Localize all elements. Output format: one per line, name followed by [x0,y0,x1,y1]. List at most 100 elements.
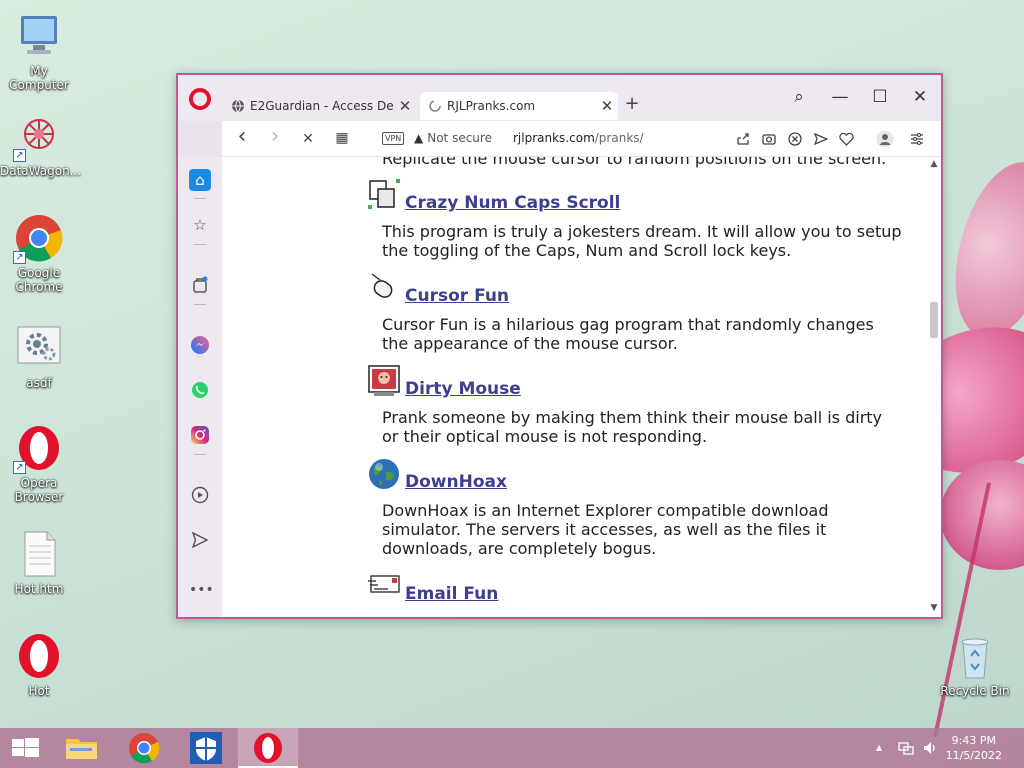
desktop-icon-opera-browser[interactable]: ↗ Opera Browser [0,424,78,504]
messenger-icon[interactable] [189,334,211,356]
sidebar-divider [194,304,206,305]
back-button[interactable]: ‹ [230,124,254,149]
prank-description: Prank someone by making them think their… [382,408,883,446]
folder-icon [66,739,97,759]
home-icon[interactable]: ⌂ [189,169,211,191]
opera-menu-icon[interactable] [189,88,211,110]
prank-title-link[interactable]: DownHoax [405,472,507,492]
new-tab-button[interactable]: + [622,93,642,114]
taskbar-opera[interactable] [238,728,298,768]
prank-description: DownHoax is an Internet Explorer compati… [382,501,829,558]
player-icon[interactable] [189,484,211,506]
show-hidden-icons-button[interactable]: ▲ [876,743,882,752]
tab-e2guardian[interactable]: E2Guardian - Access Denied ✕ [223,92,416,120]
bookmarks-icon[interactable]: ☆ [189,214,211,236]
prank-description: Cursor Fun is a hilarious gag program th… [382,315,874,353]
profile-avatar-icon[interactable] [876,130,894,148]
settings-file-icon [15,324,63,372]
desktop-icon-google-chrome[interactable]: ↗ Google Chrome [0,214,78,294]
system-clock[interactable]: 9:43 PM 11/5/2022 [946,733,1002,763]
send-icon[interactable] [189,529,211,551]
close-window-button[interactable]: ✕ [905,87,935,107]
desktop-icon-label: Hot [28,684,50,698]
desktop-icon-asdf[interactable]: asdf [0,324,78,390]
address-bar[interactable]: rjlpranks.com/pranks/ [513,131,644,145]
url-path: /pranks/ [594,131,644,145]
windows-logo-icon [12,738,39,757]
network-icon[interactable] [898,740,914,756]
title-bar: E2Guardian - Access Denied ✕ RJLPranks.c… [178,75,941,121]
document-icon [15,530,63,578]
taskbar-file-explorer[interactable] [52,728,112,768]
prank-title-link[interactable]: Dirty Mouse [405,379,521,399]
send-to-flow-icon[interactable] [814,132,828,146]
close-tab-icon[interactable]: ✕ [394,97,416,115]
desktop-icon-hot[interactable]: Hot [0,632,78,698]
pages-icon [368,179,400,209]
easy-setup-icon[interactable] [910,132,924,146]
page-scrollbar[interactable]: ▲ ▼ [927,157,941,617]
shopping-icon[interactable] [189,274,211,296]
email-icon [368,575,400,593]
desktop-icon-label: Recycle Bin [940,684,1010,698]
forward-button[interactable]: › [263,124,287,149]
security-label: Not secure [427,131,492,145]
opera-browser-window: E2Guardian - Access Denied ✕ RJLPranks.c… [176,73,943,619]
ad-blocker-icon[interactable] [788,132,802,146]
url-host: rjlpranks.com [513,131,595,145]
sidebar-divider [194,198,206,199]
partial-description: Replicate the mouse cursor to random pos… [382,157,887,168]
start-button[interactable] [0,728,60,768]
desktop-icon-recycle-bin[interactable]: Recycle Bin [936,632,1014,698]
snapshot-camera-icon[interactable] [762,132,776,146]
scroll-up-icon[interactable]: ▲ [927,159,941,169]
volume-icon[interactable] [922,740,938,756]
taskbar-security-center[interactable] [176,728,236,768]
chrome-icon: ↗ [13,214,63,264]
desktop-icon-hot-htm[interactable]: Hot.htm [0,530,78,596]
desktop-icon-datawagon[interactable]: ↗ DataWagon... [0,112,82,178]
dirty-mouse-icon [368,365,400,396]
datawagon-icon: ↗ [13,112,63,162]
heart-bookmark-icon[interactable] [839,132,854,146]
desktop-icon-label: DataWagon... [0,164,82,178]
security-indicator[interactable]: ▲ Not secure [414,131,492,145]
tab-title: E2Guardian - Access Denied [250,99,394,113]
scroll-thumb[interactable] [930,302,938,338]
tab-rjlpranks[interactable]: RJLPranks.com ✕ [420,92,618,120]
opera-icon: ↗ [13,424,63,474]
maximize-button[interactable]: ☐ [865,87,895,107]
sidebar-divider [194,244,206,245]
instagram-icon[interactable] [189,424,211,446]
more-icon[interactable]: ••• [189,579,214,601]
prank-title-link[interactable]: Cursor Fun [405,286,509,306]
shield-icon [190,732,222,764]
prank-description: This program is truly a jokesters dream.… [382,222,902,260]
whatsapp-icon[interactable] [189,379,211,401]
scroll-down-icon[interactable]: ▼ [927,603,941,613]
prank-title-link[interactable]: Crazy Num Caps Scroll [405,193,620,213]
mouse-icon [371,273,393,298]
shortcut-arrow-icon: ↗ [13,149,26,162]
vpn-badge[interactable]: VPN [382,132,405,145]
opera-sidebar: ⌂ ☆ ••• [178,157,222,617]
stop-loading-button[interactable]: ✕ [296,131,320,147]
taskbar-chrome[interactable] [114,728,174,768]
close-tab-icon[interactable]: ✕ [596,97,618,115]
prank-title-link[interactable]: Email Fun [405,584,498,604]
taskbar: ▲ 9:43 PM 11/5/2022 [0,728,1024,768]
tab-search-icon[interactable]: ⌕ [784,87,814,107]
minimize-button[interactable]: — [825,87,855,107]
desktop-icon-label: My Computer [9,64,69,92]
tab-overview-icon[interactable]: ▦ [330,130,354,146]
globe-icon [232,99,244,113]
share-icon[interactable] [736,132,750,146]
desktop-icon-label: asdf [26,376,52,390]
desktop-icon-label: Opera Browser [14,476,64,504]
opera-icon [254,733,282,763]
desktop-icon-my-computer[interactable]: My Computer [0,12,78,92]
shortcut-arrow-icon: ↗ [13,461,26,474]
clock-time: 9:43 PM [951,734,996,747]
background-petal [938,151,1024,349]
clock-date: 11/5/2022 [945,749,1002,762]
